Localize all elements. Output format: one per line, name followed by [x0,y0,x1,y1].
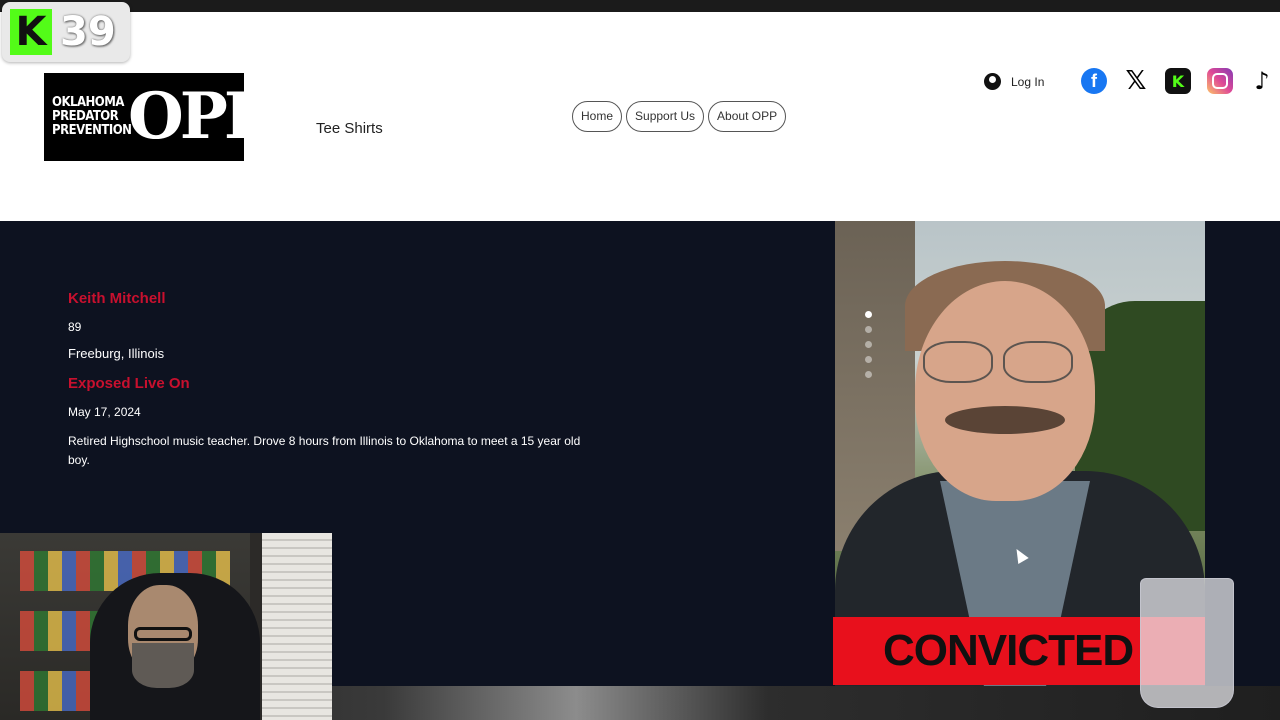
facebook-icon[interactable]: f [1081,68,1107,94]
exposed-date: May 17, 2024 [68,405,141,419]
social-links: f 𝕏 K ♪ [1081,66,1275,96]
gallery-dot[interactable] [865,356,872,363]
photo-glasses-left [923,341,993,383]
webcam-beard [132,643,194,688]
glass-cup-overlay [1140,578,1234,708]
streamer-webcam [0,533,332,720]
user-icon [984,73,1001,90]
nav-home-button[interactable]: Home [572,101,623,132]
offender-age: 89 [68,320,82,334]
tee-shirts-link[interactable]: Tee Shirts [316,120,383,137]
exposed-live-on-label: Exposed Live On [68,375,190,392]
login-button[interactable]: Log In [984,73,1044,90]
nav-support-us-button[interactable]: Support Us [626,101,705,132]
kick-icon[interactable]: K [1165,68,1191,94]
logo-big-text: OPP [128,79,272,154]
viewer-count: 39 [60,9,116,55]
gallery-dot[interactable] [865,371,872,378]
photo-mustache [945,406,1065,434]
kick-logo-icon: K [10,9,52,55]
webcam-glasses [134,627,192,641]
nav-about-opp-button[interactable]: About OPP [708,101,787,132]
webcam-blinds [262,533,332,720]
gallery-dot[interactable] [865,326,872,333]
gallery-dot[interactable] [865,341,872,348]
login-label: Log In [1011,74,1045,89]
main-nav: Home Support Us About OPP [572,101,787,132]
logo-small-text: OKLAHOMA PREDATOR PREVENTION [52,95,132,138]
kick-viewer-badge: K 39 [2,2,130,62]
photo-face [915,281,1095,501]
offender-description: Retired Highschool music teacher. Drove … [68,434,581,467]
opp-logo[interactable]: OKLAHOMA PREDATOR PREVENTION OPP [44,73,272,161]
photo-glasses-right [1003,341,1073,383]
gallery-dots [865,311,872,378]
tiktok-icon[interactable]: ♪ [1249,67,1275,95]
x-icon[interactable]: 𝕏 [1123,66,1149,96]
browser-top-bar [0,0,1280,12]
instagram-icon[interactable] [1207,68,1233,94]
offender-name: Keith Mitchell [68,290,166,307]
offender-location: Freeburg, Illinois [68,346,165,361]
gallery-dot[interactable] [865,311,872,318]
